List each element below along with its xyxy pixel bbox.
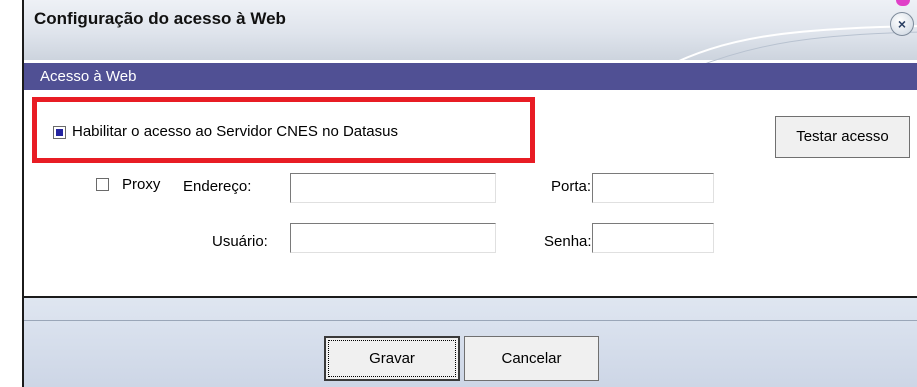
footer-bar: Gravar Cancelar xyxy=(24,298,917,387)
port-label: Porta: xyxy=(551,178,592,195)
test-access-button[interactable]: Testar acesso xyxy=(775,116,910,158)
port-input[interactable] xyxy=(592,173,714,203)
proxy-checkbox[interactable] xyxy=(96,178,109,191)
address-input[interactable] xyxy=(290,173,496,203)
address-label: Endereço: xyxy=(183,178,252,195)
window-title: Configuração do acesso à Web xyxy=(34,9,286,28)
enable-access-checkbox[interactable] xyxy=(53,126,66,139)
user-label: Usuário: xyxy=(212,233,268,250)
title-bar-decoration xyxy=(664,25,917,68)
password-label: Senha: xyxy=(544,233,592,250)
web-access-config-window: Configuração do acesso à Web × Acesso à … xyxy=(22,0,917,387)
cancel-button[interactable]: Cancelar xyxy=(464,336,599,381)
title-bar-accent xyxy=(896,0,910,6)
close-button[interactable]: × xyxy=(890,12,914,36)
section-header: Acesso à Web xyxy=(24,63,917,90)
section-title: Acesso à Web xyxy=(40,68,137,85)
close-icon: × xyxy=(897,16,907,32)
password-input[interactable] xyxy=(592,223,714,253)
proxy-label[interactable]: Proxy xyxy=(122,176,160,193)
title-bar: Configuração do acesso à Web × xyxy=(24,0,917,68)
save-button[interactable]: Gravar xyxy=(324,336,460,381)
user-input[interactable] xyxy=(290,223,496,253)
footer-divider xyxy=(24,320,917,321)
enable-access-label[interactable]: Habilitar o acesso ao Servidor CNES no D… xyxy=(72,123,398,140)
web-access-panel: Habilitar o acesso ao Servidor CNES no D… xyxy=(24,90,917,298)
